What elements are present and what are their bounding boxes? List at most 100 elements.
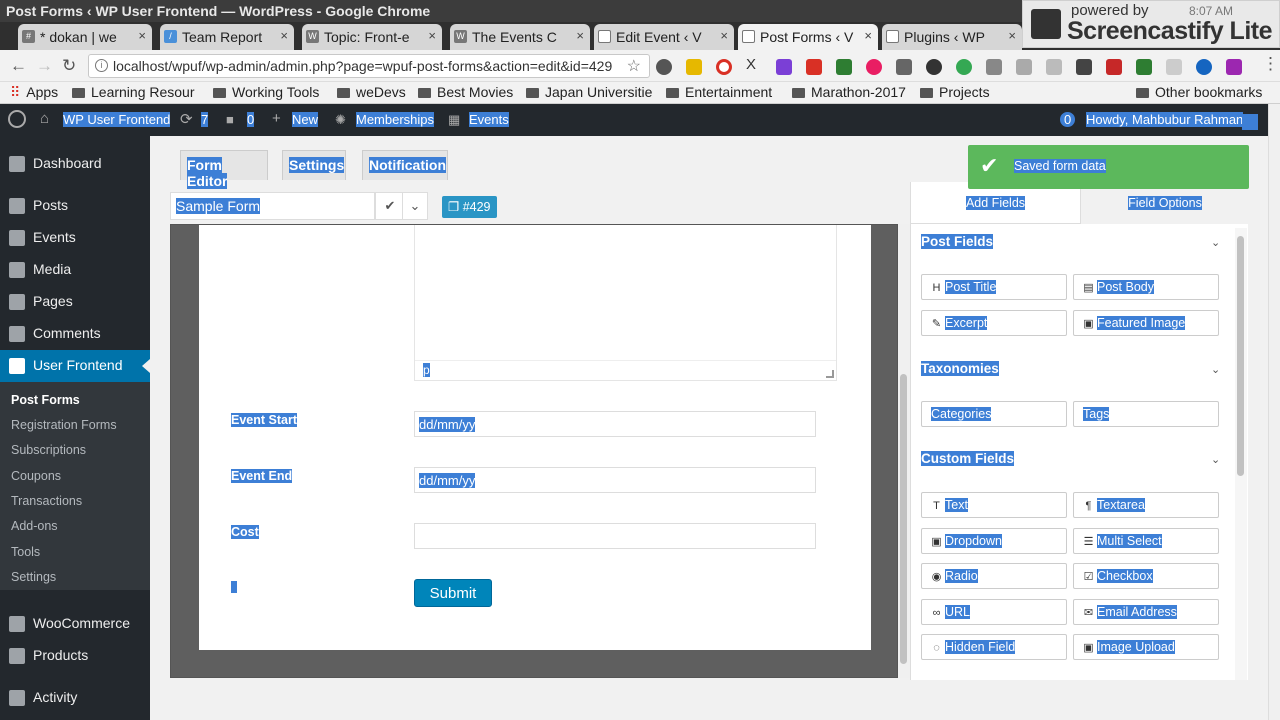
submenu-coupons[interactable]: Coupons [11, 469, 61, 483]
pen-extension-icon[interactable] [776, 59, 792, 75]
avatar[interactable] [1242, 114, 1258, 130]
section-post-fields[interactable]: Post Fields [921, 234, 994, 249]
preview-scrollbar[interactable] [898, 224, 910, 678]
tab-notification[interactable]: Notification [362, 150, 448, 180]
field-button-url[interactable]: ∞ URL [921, 599, 1067, 625]
plus-icon[interactable]: + [272, 110, 281, 127]
form-id-badge[interactable]: ❐ #429 [442, 196, 497, 218]
sidebar-item-dashboard[interactable]: Dashboard [0, 148, 150, 180]
bookmark-folder[interactable]: Best Movies [418, 84, 513, 100]
sidebar-item-activity[interactable]: Activity [0, 682, 150, 714]
updates-icon[interactable]: ⟳ [180, 110, 193, 128]
sidebar-item-media[interactable]: Media [0, 254, 150, 286]
submenu-settings[interactable]: Settings [11, 570, 56, 584]
form-switcher-button[interactable]: ⌄ [402, 192, 428, 220]
textarea-preview[interactable]: p [414, 225, 837, 381]
dropbox-icon[interactable] [1016, 59, 1032, 75]
field-button-categories[interactable]: Categories [921, 401, 1067, 427]
cost-input[interactable] [414, 523, 816, 549]
submenu-transactions[interactable]: Transactions [11, 494, 82, 508]
admin-bar-events[interactable]: Events [469, 112, 509, 127]
bookmark-folder[interactable]: Entertainment [666, 84, 772, 100]
eyedropper-icon[interactable] [1076, 59, 1092, 75]
browser-tab-edit-event[interactable]: Edit Event ‹ V × [594, 24, 734, 50]
page-scrollbar[interactable] [1268, 104, 1280, 720]
browser-tab-post-forms[interactable]: Post Forms ‹ V × [738, 24, 878, 50]
field-button-image-upload[interactable]: ▣ Image Upload [1073, 634, 1219, 660]
browser-tab-topic[interactable]: W Topic: Front-e × [302, 24, 442, 50]
field-button-tags[interactable]: Tags [1073, 401, 1219, 427]
calendar-icon[interactable]: ▦ [448, 112, 460, 128]
menu-icon[interactable]: ⋮ [1262, 54, 1279, 74]
memberships-icon[interactable]: ✺ [335, 112, 346, 128]
browser-tab-events-calendar[interactable]: W The Events C × [450, 24, 590, 50]
bookmark-other[interactable]: Other bookmarks [1136, 84, 1262, 100]
wordpress-icon[interactable] [8, 110, 26, 128]
extension-icon[interactable] [1226, 59, 1242, 75]
chevron-down-icon[interactable]: ⌄ [1211, 236, 1220, 249]
field-button-hidden[interactable]: ◌ Hidden Field [921, 634, 1067, 660]
close-icon[interactable]: × [138, 28, 146, 43]
extension-icon[interactable] [1106, 59, 1122, 75]
field-button-radio[interactable]: ◉ Radio [921, 563, 1067, 589]
field-button-dropdown[interactable]: ▣ Dropdown [921, 528, 1067, 554]
sidebar-item-products[interactable]: Products [0, 640, 150, 672]
notification-count[interactable]: 0 [1060, 112, 1076, 127]
comment-icon[interactable]: ■ [226, 112, 234, 127]
gmail-icon[interactable] [806, 59, 822, 75]
extension-icon[interactable] [926, 59, 942, 75]
event-end-input[interactable]: dd/mm/yy [414, 467, 816, 493]
field-button-post-body[interactable]: ▤ Post Body [1073, 274, 1219, 300]
extension-icon[interactable] [836, 59, 852, 75]
address-bar[interactable]: i localhost/wpuf/wp-admin/admin.php?page… [88, 54, 650, 78]
close-icon[interactable]: × [1008, 28, 1016, 43]
opera-icon[interactable] [716, 59, 732, 75]
form-name-input[interactable]: Sample Form [170, 192, 375, 220]
sidebar-item-woocommerce[interactable]: WooCommerce [0, 608, 150, 640]
resize-grip-icon[interactable] [826, 370, 834, 378]
sidebar-item-pages[interactable]: Pages [0, 286, 150, 318]
bookmark-folder[interactable]: Projects [920, 84, 990, 100]
event-start-input[interactable]: dd/mm/yy [414, 411, 816, 437]
sidebar-item-posts[interactable]: Posts [0, 190, 150, 222]
sidebar-item-comments[interactable]: Comments [0, 318, 150, 350]
submenu-subscriptions[interactable]: Subscriptions [11, 443, 86, 457]
submenu-post-forms[interactable]: Post Forms [11, 393, 80, 407]
submenu-registration-forms[interactable]: Registration Forms [11, 418, 117, 432]
star-icon[interactable]: ☆ [627, 56, 641, 76]
submit-button[interactable]: Submit [414, 579, 492, 607]
field-button-excerpt[interactable]: ✎ Excerpt [921, 310, 1067, 336]
extension-icon[interactable] [866, 59, 882, 75]
home-icon[interactable]: ⌂ [40, 110, 49, 127]
admin-bar-howdy[interactable]: Howdy, Mahbubur Rahman [1086, 112, 1244, 127]
info-icon[interactable]: i [95, 59, 108, 72]
field-button-text[interactable]: T Text [921, 492, 1067, 518]
section-taxonomies[interactable]: Taxonomies [921, 361, 999, 376]
extension-icon[interactable] [986, 59, 1002, 75]
field-button-multi-select[interactable]: ☰ Multi Select [1073, 528, 1219, 554]
submenu-tools[interactable]: Tools [11, 545, 40, 559]
forward-icon[interactable]: → [36, 56, 53, 76]
scrollbar-thumb[interactable] [900, 374, 907, 664]
bookmark-folder[interactable]: Marathon-2017 [792, 84, 906, 100]
extension-icon[interactable] [686, 59, 702, 75]
close-icon[interactable]: × [576, 28, 584, 43]
vue-icon[interactable] [1136, 59, 1152, 75]
scrollbar-thumb[interactable] [1237, 236, 1244, 476]
bookmark-folder[interactable]: weDevs [337, 84, 406, 100]
admin-bar-new[interactable]: New [292, 112, 319, 127]
reload-icon[interactable]: ↻ [62, 56, 76, 76]
admin-bar-memberships[interactable]: Memberships [356, 112, 435, 127]
gear-icon[interactable] [656, 59, 672, 75]
tab-form-editor[interactable]: Form Editor [180, 150, 268, 189]
user-icon[interactable] [1196, 59, 1212, 75]
sidebar-item-events[interactable]: Events [0, 222, 150, 254]
browser-tab-dokan[interactable]: # * dokan | we × [18, 24, 152, 50]
bookmark-folder[interactable]: Japan Universitie [526, 84, 652, 100]
updates-count[interactable]: 7 [201, 112, 209, 127]
comments-count[interactable]: 0 [247, 112, 255, 127]
bookmark-folder[interactable]: Learning Resour [72, 84, 195, 100]
panel-scrollbar[interactable] [1235, 228, 1247, 680]
font-icon[interactable] [1166, 59, 1182, 75]
close-icon[interactable]: × [280, 28, 288, 43]
